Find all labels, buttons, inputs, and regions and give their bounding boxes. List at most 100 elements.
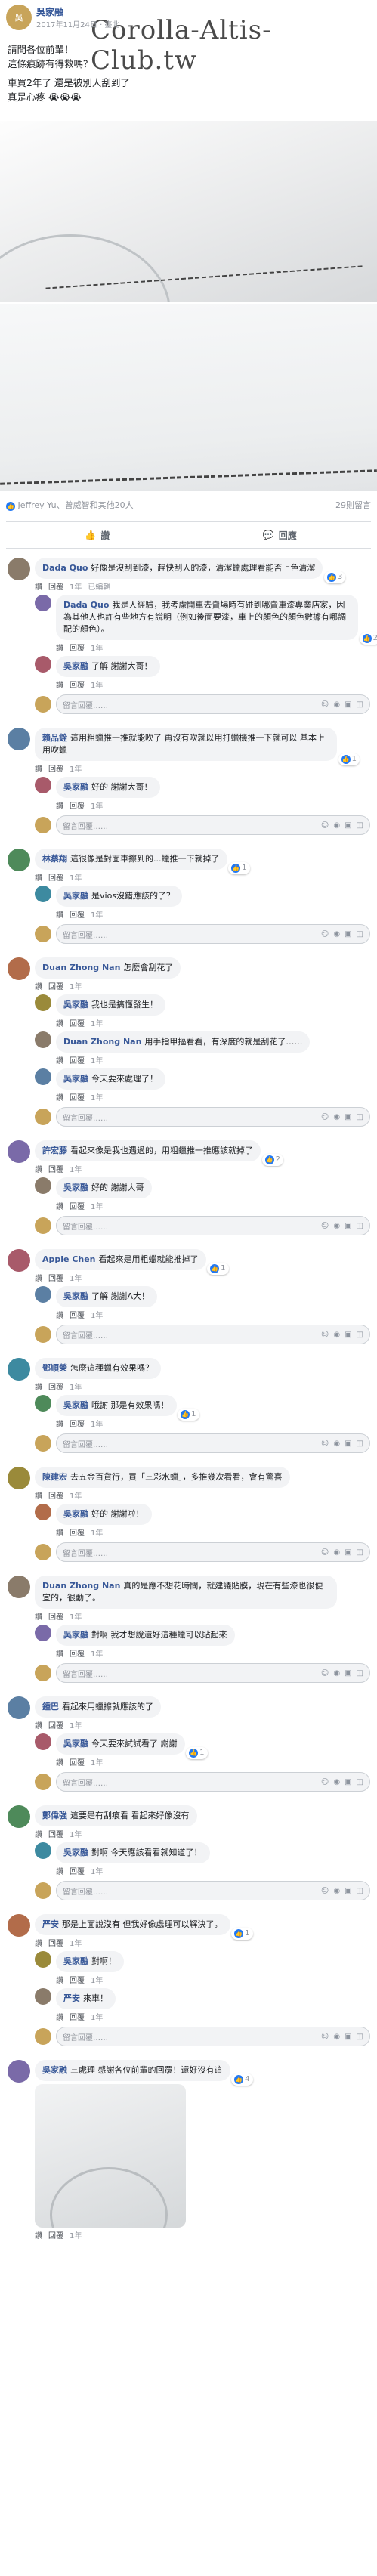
commenter-name[interactable]: 鄭偉強 [42, 1811, 67, 1820]
comment-like-link[interactable]: 讚 [35, 1831, 42, 1839]
gif-icon[interactable]: ▣ [345, 930, 351, 939]
reply-input[interactable]: 留言回覆…… ☺ ◉ ▣ ◫ [56, 694, 370, 714]
comment-time[interactable]: 1年 [70, 1722, 82, 1730]
camera-icon[interactable]: ◉ [333, 1113, 340, 1121]
comment-like-link[interactable]: 讚 [56, 911, 63, 920]
commenter-name[interactable]: 吳家融 [63, 1183, 88, 1192]
comment-reply-link[interactable]: 回覆 [70, 1529, 85, 1538]
reply-input[interactable]: 留言回覆…… ☺ ◉ ▣ ◫ [56, 1663, 370, 1683]
comment-reply-link[interactable]: 回覆 [48, 2232, 63, 2240]
commenter-name[interactable]: 吳家融 [63, 1630, 88, 1640]
comment-time[interactable]: 1年 [91, 802, 103, 811]
comment-reply-link[interactable]: 回覆 [70, 1977, 85, 1985]
comment-reply-link[interactable]: 回覆 [48, 1166, 63, 1174]
comment-like-count[interactable]: 👍 1 [231, 1928, 253, 1940]
commenter-name[interactable]: 吳家融 [63, 1739, 88, 1749]
comment-reply-link[interactable]: 回覆 [70, 1868, 85, 1876]
comment-like-link[interactable]: 讚 [56, 1020, 63, 1028]
comment-reply-link[interactable]: 回覆 [70, 1203, 85, 1211]
comment-like-link[interactable]: 讚 [56, 2014, 63, 2022]
comment-like-count[interactable]: 👍 1 [228, 862, 250, 874]
emoji-icon[interactable]: ☺ [321, 1548, 329, 1557]
commenter-name[interactable]: 吳家融 [63, 1291, 88, 1301]
gif-icon[interactable]: ▣ [345, 1113, 351, 1121]
comment-like-count[interactable]: 👍 1 [178, 1409, 199, 1421]
gif-icon[interactable]: ▣ [345, 1669, 351, 1678]
comment-like-link[interactable]: 讚 [35, 874, 42, 883]
emoji-icon[interactable]: ☺ [321, 930, 329, 939]
camera-icon[interactable]: ◉ [333, 821, 340, 830]
comment-reply-link[interactable]: 回覆 [70, 1650, 85, 1659]
commenter-avatar[interactable] [8, 1914, 30, 1937]
camera-icon[interactable]: ◉ [333, 1548, 340, 1557]
commenter-name[interactable]: Duan Zhong Nan [42, 963, 120, 973]
commenter-name[interactable]: 鍾巴 [42, 1702, 59, 1712]
commenter-avatar[interactable] [8, 1805, 30, 1828]
comment-time[interactable]: 1年 [70, 1831, 82, 1839]
commenter-name[interactable]: 吳家融 [63, 1000, 88, 1010]
sticker-icon[interactable]: ◫ [357, 1548, 363, 1557]
commenter-avatar[interactable] [35, 1842, 51, 1859]
comment-time[interactable]: 1年 [91, 1203, 103, 1211]
sticker-icon[interactable]: ◫ [357, 1778, 363, 1786]
comment-time[interactable]: 1年 [70, 765, 82, 774]
emoji-icon[interactable]: ☺ [321, 2033, 329, 2041]
reply-input[interactable]: 留言回覆…… ☺ ◉ ▣ ◫ [56, 924, 370, 944]
camera-icon[interactable]: ◉ [333, 1669, 340, 1678]
comment-time[interactable]: 1年 [91, 1650, 103, 1659]
commenter-name[interactable]: 陳建宏 [42, 1472, 67, 1482]
commenter-name[interactable]: 吳家融 [63, 1400, 88, 1410]
comment-time[interactable]: 1年 [91, 1868, 103, 1876]
commenter-name[interactable]: Dada Quo [42, 563, 88, 573]
emoji-icon[interactable]: ☺ [321, 1222, 329, 1230]
comment-time[interactable]: 1年 [91, 2014, 103, 2022]
comment-like-link[interactable]: 讚 [56, 645, 63, 653]
comment-reply-link[interactable]: 回覆 [48, 1275, 63, 1283]
commenter-avatar[interactable] [35, 1733, 51, 1750]
commenter-name[interactable]: 林蔡翔 [42, 854, 67, 864]
comment-like-link[interactable]: 讚 [35, 765, 42, 774]
commenter-name[interactable]: 严安 [42, 1919, 59, 1929]
comment-like-count[interactable]: 👍 1 [207, 1263, 229, 1275]
comment-like-link[interactable]: 讚 [35, 1940, 42, 1948]
comment-like-count[interactable]: 👍 2 [261, 1154, 283, 1166]
comment-time[interactable]: 1年 [70, 1275, 82, 1283]
commenter-name[interactable]: Duan Zhong Nan [42, 1581, 120, 1591]
comment-time[interactable]: 1年 [70, 1492, 82, 1501]
gif-icon[interactable]: ▣ [345, 1222, 351, 1230]
camera-icon[interactable]: ◉ [333, 1440, 340, 1448]
commenter-name[interactable]: Apple Chen [42, 1254, 96, 1264]
comment-reply-link[interactable]: 回覆 [70, 1020, 85, 1028]
reply-input[interactable]: 留言回覆…… ☺ ◉ ▣ ◫ [56, 1325, 370, 1344]
reply-input[interactable]: 留言回覆…… ☺ ◉ ▣ ◫ [56, 1107, 370, 1127]
commenter-avatar[interactable] [35, 1177, 51, 1194]
gif-icon[interactable]: ▣ [345, 2033, 351, 2041]
comment-reply-link[interactable]: 回覆 [70, 1759, 85, 1767]
sticker-icon[interactable]: ◫ [357, 1113, 363, 1121]
post-time[interactable]: 2017年11月24日 · 臺北 [36, 18, 119, 29]
commenter-avatar[interactable] [35, 595, 51, 611]
commenter-avatar[interactable] [35, 994, 51, 1011]
commenter-avatar[interactable] [8, 1467, 30, 1489]
comment-button[interactable]: 💬 回應 [189, 522, 372, 548]
commenter-avatar[interactable] [8, 558, 30, 580]
comment-reply-link[interactable]: 回覆 [70, 911, 85, 920]
comment-count[interactable]: 29則留言 [335, 499, 371, 511]
commenter-avatar[interactable] [35, 1504, 51, 1520]
reply-input[interactable]: 留言回覆…… ☺ ◉ ▣ ◫ [56, 815, 370, 835]
reply-input[interactable]: 留言回覆…… ☺ ◉ ▣ ◫ [56, 1216, 370, 1235]
commenter-name[interactable]: 許宏藤 [42, 1146, 67, 1155]
gif-icon[interactable]: ▣ [345, 1440, 351, 1448]
comment-reply-link[interactable]: 回覆 [70, 2014, 85, 2022]
comment-time[interactable]: 1年 [91, 1020, 103, 1028]
sticker-icon[interactable]: ◫ [357, 821, 363, 830]
commenter-name[interactable]: Duan Zhong Nan [63, 1037, 141, 1047]
comment-like-count[interactable]: 👍 1 [338, 753, 360, 765]
comment-time[interactable]: 1年 [70, 983, 82, 991]
sticker-icon[interactable]: ◫ [357, 1222, 363, 1230]
comment-time[interactable]: 1年 [70, 1384, 82, 1392]
comment-like-link[interactable]: 讚 [35, 1384, 42, 1392]
camera-icon[interactable]: ◉ [333, 1222, 340, 1230]
emoji-icon[interactable]: ☺ [321, 1669, 329, 1678]
gif-icon[interactable]: ▣ [345, 821, 351, 830]
